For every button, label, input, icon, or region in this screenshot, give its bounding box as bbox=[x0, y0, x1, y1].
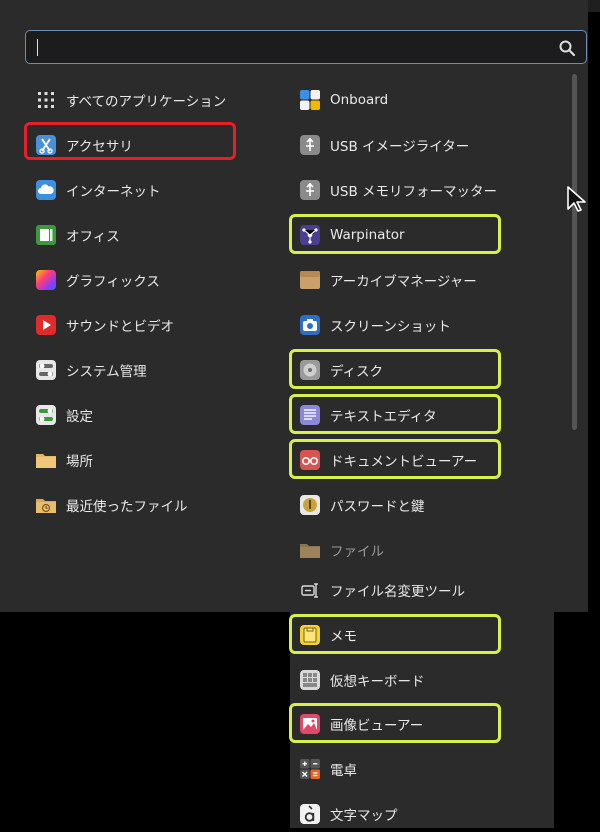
category-settings[interactable]: 設定 bbox=[34, 397, 93, 433]
calculator-icon bbox=[298, 757, 322, 781]
app-label: USB メモリフォーマッター bbox=[330, 184, 498, 200]
folder-icon bbox=[34, 448, 58, 472]
usb-image-writer-icon bbox=[298, 133, 322, 157]
app-usb-image-writer[interactable]: USB イメージライター bbox=[298, 127, 469, 163]
app-files[interactable]: ファイル bbox=[298, 532, 384, 568]
category-sound-video[interactable]: サウンドとビデオ bbox=[34, 307, 174, 343]
app-label: パスワードと鍵 bbox=[330, 499, 425, 515]
category-recent-files[interactable]: 最近使ったファイル bbox=[34, 487, 188, 523]
app-label: Onboard bbox=[330, 92, 389, 108]
app-label: スクリーンショット bbox=[330, 319, 451, 335]
category-internet[interactable]: インターネット bbox=[34, 172, 161, 208]
search-box[interactable] bbox=[25, 30, 587, 64]
virtual-keyboard-icon bbox=[298, 668, 322, 692]
category-all-applications[interactable]: すべてのアプリケーション bbox=[34, 82, 226, 118]
settings-icon bbox=[34, 403, 58, 427]
annotation-highlight-document-viewer bbox=[289, 439, 501, 479]
category-graphics[interactable]: グラフィックス bbox=[34, 262, 160, 298]
category-places[interactable]: 場所 bbox=[34, 442, 93, 478]
category-label: 設定 bbox=[66, 409, 93, 425]
files-icon bbox=[298, 538, 322, 562]
app-rename-tool[interactable]: ファイル名変更ツール bbox=[298, 572, 465, 608]
category-system-admin[interactable]: システム管理 bbox=[34, 352, 147, 388]
app-screenshot[interactable]: スクリーンショット bbox=[298, 307, 451, 343]
app-label: アーカイブマネージャー bbox=[330, 274, 477, 290]
app-label: USB イメージライター bbox=[330, 139, 470, 155]
apps-scrollbar[interactable] bbox=[572, 74, 577, 430]
search-icon[interactable] bbox=[558, 39, 576, 57]
grid-icon bbox=[34, 88, 58, 112]
category-label: すべてのアプリケーション bbox=[66, 94, 227, 110]
app-archive-manager[interactable]: アーカイブマネージャー bbox=[298, 262, 477, 298]
app-label: 仮想キーボード bbox=[330, 674, 425, 690]
text-caret bbox=[37, 39, 38, 56]
category-label: インターネット bbox=[66, 184, 161, 200]
app-usb-formatter[interactable]: USB メモリフォーマッター bbox=[298, 172, 497, 208]
category-label: 最近使ったファイル bbox=[66, 499, 188, 515]
app-label: ファイル bbox=[330, 544, 384, 560]
annotation-highlight-warpinator bbox=[289, 214, 501, 254]
category-label: グラフィックス bbox=[66, 274, 160, 290]
mouse-pointer-icon bbox=[567, 186, 586, 212]
category-label: オフィス bbox=[66, 229, 120, 245]
app-character-map[interactable]: 文字マップ bbox=[298, 796, 398, 832]
sound-video-icon bbox=[34, 313, 58, 337]
annotation-highlight-text-editor bbox=[289, 394, 501, 434]
screenshot-icon bbox=[298, 313, 322, 337]
usb-formatter-icon bbox=[298, 178, 322, 202]
app-label: ファイル名変更ツール bbox=[330, 584, 465, 600]
character-map-icon bbox=[298, 802, 322, 826]
onboard-icon bbox=[298, 88, 322, 112]
graphics-icon bbox=[34, 268, 58, 292]
annotation-highlight-image-viewer bbox=[289, 703, 501, 743]
passwords-keys-icon bbox=[298, 493, 322, 517]
rename-tool-icon bbox=[298, 578, 322, 602]
app-calculator[interactable]: 電卓 bbox=[298, 751, 357, 787]
app-label: 文字マップ bbox=[330, 808, 398, 824]
category-office[interactable]: オフィス bbox=[34, 217, 120, 253]
search-input[interactable] bbox=[36, 36, 540, 60]
category-label: 場所 bbox=[66, 454, 93, 470]
annotation-highlight-notes bbox=[289, 614, 501, 654]
selected-category-highlight bbox=[24, 122, 236, 160]
office-icon bbox=[34, 223, 58, 247]
app-virtual-keyboard[interactable]: 仮想キーボード bbox=[298, 662, 425, 698]
system-admin-icon bbox=[34, 358, 58, 382]
annotation-highlight-disks bbox=[289, 349, 501, 389]
app-label: 電卓 bbox=[330, 763, 357, 779]
internet-cloud-icon bbox=[34, 178, 58, 202]
app-passwords-keys[interactable]: パスワードと鍵 bbox=[298, 487, 425, 523]
category-label: サウンドとビデオ bbox=[66, 319, 174, 335]
recent-files-icon bbox=[34, 493, 58, 517]
app-onboard[interactable]: Onboard bbox=[298, 82, 388, 118]
archive-manager-icon bbox=[298, 268, 322, 292]
category-label: システム管理 bbox=[66, 364, 147, 380]
